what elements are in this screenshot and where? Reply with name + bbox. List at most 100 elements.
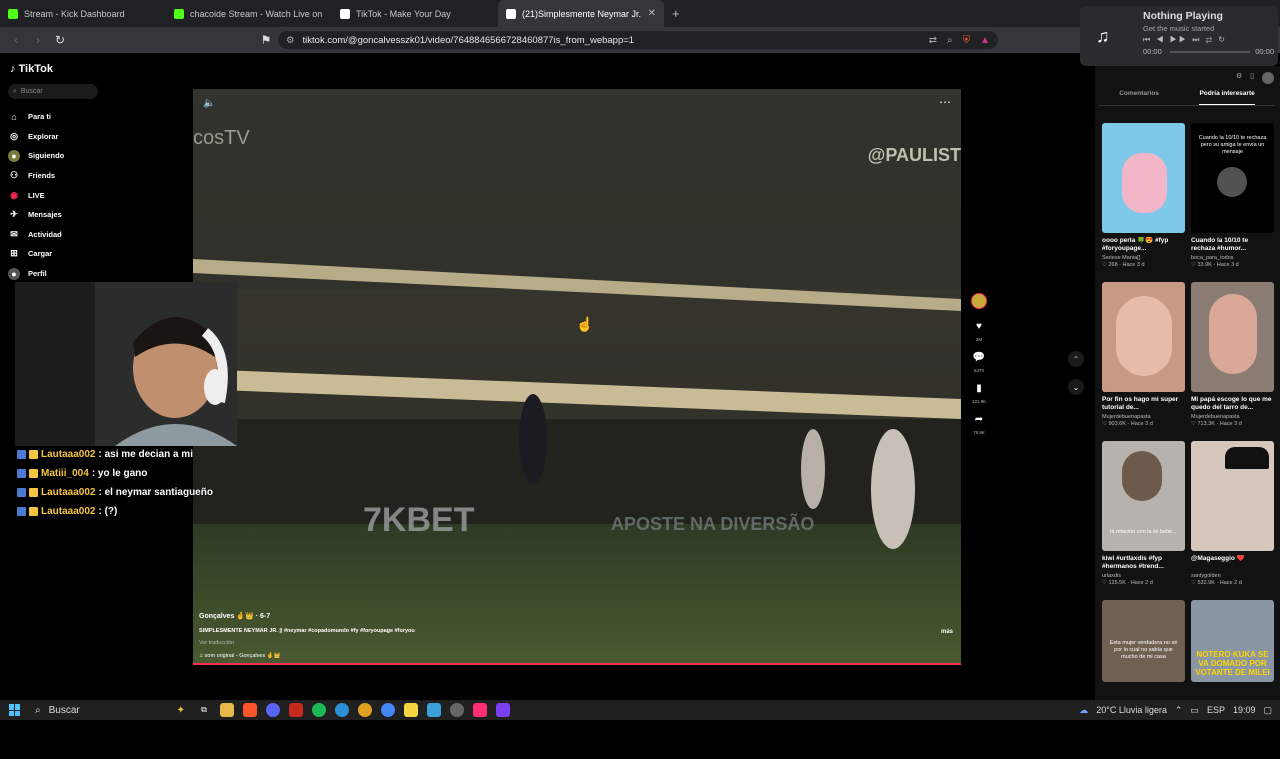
- address-bar[interactable]: ⚙ tiktok.com/@goncalvesszk01/video/76488…: [278, 31, 998, 49]
- video-card[interactable]: Cuando la 10/10 te rechaza pero su amiga…: [1191, 123, 1274, 282]
- chevron-down-icon[interactable]: ⌄: [1068, 379, 1084, 395]
- reload-button[interactable]: ↻: [50, 33, 70, 47]
- video-card[interactable]: NOTERO KUKA SE VA DOMADO POR VOTANTE DE …: [1191, 600, 1274, 759]
- sidebar-item-actividad[interactable]: ✉ Actividad: [8, 225, 168, 245]
- spotify-icon[interactable]: [312, 703, 326, 717]
- browser-tab[interactable]: Stream - Kick Dashboard: [0, 0, 166, 27]
- heart-icon[interactable]: ♥: [969, 321, 989, 333]
- inbox-icon[interactable]: ▯: [1250, 72, 1254, 84]
- video-card[interactable]: @Magaseggio ❤️ santygolden ♡ 532.9K · Ha…: [1191, 441, 1274, 600]
- activity-icon: ✉: [10, 228, 18, 239]
- language[interactable]: ESP: [1207, 705, 1225, 715]
- notes-icon[interactable]: [404, 703, 418, 717]
- task-view-icon[interactable]: ⧉: [197, 703, 211, 717]
- video-author[interactable]: Gonçalves 🤞👑 · 6-7: [199, 612, 955, 620]
- notifications-icon[interactable]: ▢: [1263, 705, 1272, 716]
- brave-shield-icon[interactable]: ⛨: [963, 35, 971, 46]
- chevron-up-icon[interactable]: ⌃: [1175, 705, 1183, 716]
- new-tab-button[interactable]: +: [672, 6, 680, 21]
- app-icon[interactable]: [289, 703, 303, 717]
- crown-icon: [29, 507, 38, 516]
- video-player[interactable]: cosTV @PAULIST 7KBET APOSTE NA DIVERSÃO …: [193, 89, 961, 665]
- badge-icon: [17, 488, 26, 497]
- settings-icon[interactable]: ⚙: [1236, 72, 1242, 84]
- more-options-icon[interactable]: ⋯: [939, 95, 951, 109]
- chrome-icon[interactable]: [381, 703, 395, 717]
- more-caption-link[interactable]: más: [941, 629, 953, 635]
- media-time-end: 00:00: [1255, 47, 1274, 56]
- video-thumbnail: [1191, 441, 1274, 551]
- video-progress-bar[interactable]: [193, 663, 961, 665]
- tab-comentarios[interactable]: Comentarios: [1119, 90, 1159, 105]
- video-actions: ♥ 2M 💬 5370 ▮ 131.9K ➦ 76.9K: [969, 293, 989, 445]
- chrome-icon[interactable]: [358, 703, 372, 717]
- forward-button[interactable]: ›: [28, 33, 48, 47]
- sound-link[interactable]: ♫ som original - Gonçalves 🤞👑: [199, 653, 955, 659]
- message-icon: ✈: [10, 209, 18, 220]
- weather-icon[interactable]: ☁: [1079, 705, 1088, 716]
- live-icon: ◉: [10, 189, 18, 200]
- video-card[interactable]: Mi papá escoge lo que me quedo del tarro…: [1191, 282, 1274, 441]
- file-explorer-icon[interactable]: [220, 703, 234, 717]
- app-icon[interactable]: [496, 703, 510, 717]
- windows-start-icon[interactable]: [9, 704, 21, 716]
- video-ad-board-2: APOSTE NA DIVERSÃO: [611, 514, 815, 534]
- right-panel: ⚙ ▯ Comentarios Podría interesarte oooo …: [1095, 66, 1280, 700]
- media-subtitle: Get the music started: [1143, 24, 1215, 33]
- sidebar-item-perfil[interactable]: ● Perfil: [8, 264, 168, 284]
- taskbar-search[interactable]: ⌕ Buscar ✦: [35, 700, 185, 720]
- sidebar-item-explorar[interactable]: ◎ Explorar: [8, 127, 168, 147]
- suggested-videos-grid: oooo perla 🍀😍 #fyp #foryoupage... Series…: [1102, 123, 1274, 759]
- rewards-icon[interactable]: ▲: [980, 35, 990, 46]
- tiktok-icon[interactable]: [473, 703, 487, 717]
- avatar[interactable]: [1262, 72, 1274, 84]
- translate-link[interactable]: Ver traducción: [199, 640, 955, 646]
- media-controls[interactable]: ⏮ ◀ ▶▶ ⏭ ⇄ ↻: [1143, 35, 1227, 45]
- share-icon[interactable]: ➦: [969, 414, 989, 426]
- music-note-icon: ♫: [1096, 26, 1110, 46]
- tiktok-icon: ♪: [10, 63, 16, 75]
- author-avatar[interactable]: [971, 293, 987, 309]
- sidebar-item-live[interactable]: ◉ LIVE: [8, 185, 168, 205]
- comment-count: 5370: [973, 368, 984, 373]
- tab-podria-interesarte[interactable]: Podría interesarte: [1199, 90, 1255, 105]
- back-button[interactable]: ‹: [6, 33, 26, 47]
- search-input[interactable]: ⌕ Buscar: [8, 84, 98, 99]
- weather-text[interactable]: 20°C Lluvia ligera: [1096, 705, 1167, 715]
- sidebar-item-mensajes[interactable]: ✈ Mensajes: [8, 205, 168, 225]
- video-card[interactable]: Por fin os hago mi super tutorial de... …: [1102, 282, 1185, 441]
- media-progress[interactable]: [1170, 51, 1250, 53]
- edge-icon[interactable]: [335, 703, 349, 717]
- browser-tab[interactable]: TikTok - Make Your Day: [332, 0, 498, 27]
- sidebar-item-para-ti[interactable]: ⌂ Para ti: [8, 107, 168, 127]
- discord-icon[interactable]: [266, 703, 280, 717]
- tiktok-logo[interactable]: ♪ TikTok: [10, 63, 53, 75]
- volume-icon[interactable]: 🔈: [203, 98, 215, 109]
- network-icon[interactable]: ▭: [1190, 705, 1199, 716]
- webcam-overlay: [15, 282, 237, 446]
- browser-tab[interactable]: chacoide Stream - Watch Live on: [166, 0, 332, 27]
- video-card[interactable]: oooo perla 🍀😍 #fyp #foryoupage... Series…: [1102, 123, 1185, 282]
- zoom-icon[interactable]: ⌕: [947, 35, 953, 46]
- bookmark-icon[interactable]: ⚑: [256, 33, 276, 47]
- url-text: tiktok.com/@goncalvesszk01/video/7648846…: [302, 34, 635, 46]
- chevron-up-icon[interactable]: ⌃: [1068, 351, 1084, 367]
- sidebar-item-cargar[interactable]: ⊞ Cargar: [8, 244, 168, 264]
- browser-tab-active[interactable]: (21)Simplesmente Neymar Jr. — ✕: [498, 0, 664, 27]
- brave-icon[interactable]: [243, 703, 257, 717]
- video-thumbnail: [1191, 282, 1274, 392]
- settings-icon[interactable]: [450, 703, 464, 717]
- video-card[interactable]: la relación con la lel bebe... kiwi #urt…: [1102, 441, 1185, 600]
- site-info-icon[interactable]: ⚙: [286, 35, 295, 46]
- app-icon[interactable]: [427, 703, 441, 717]
- close-tab-icon[interactable]: ✕: [648, 8, 656, 19]
- video-card[interactable]: Esta mujer verdadera no sé por lo cual n…: [1102, 600, 1185, 759]
- sidebar-item-friends[interactable]: ⚇ Friends: [8, 166, 168, 186]
- comment-icon[interactable]: 💬: [969, 352, 989, 364]
- bookmark-icon[interactable]: ▮: [969, 383, 989, 395]
- clock[interactable]: 19:09: [1233, 705, 1256, 715]
- translate-icon[interactable]: ⇄: [929, 35, 937, 46]
- sidebar-item-siguiendo[interactable]: ● Siguiendo: [8, 146, 168, 166]
- chat-message: Lautaaa002: asi me decian a mi: [17, 445, 297, 464]
- crown-icon: [29, 488, 38, 497]
